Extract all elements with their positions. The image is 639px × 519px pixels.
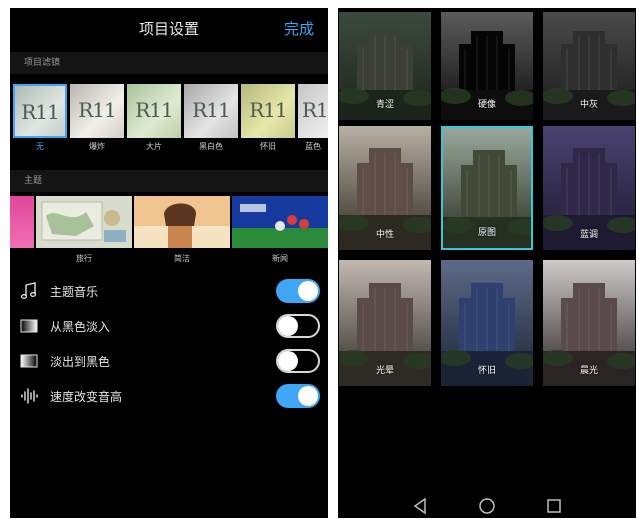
project-settings-screen: 项目设置 完成 项目滤镜 R11 无 R11 爆炸 R11 大片 R11 黑白色… (10, 8, 328, 518)
filter-tile[interactable]: 晨光 (543, 260, 635, 386)
header: 项目设置 完成 (10, 8, 328, 48)
tile-label: 中灰 (579, 100, 598, 110)
theme-item-partial[interactable] (10, 196, 34, 248)
news-image (232, 196, 328, 248)
theme-label: 旅行 (76, 254, 92, 263)
fade-in-toggle[interactable] (276, 314, 320, 338)
theme-item-news[interactable] (232, 196, 328, 248)
back-icon[interactable] (410, 496, 430, 516)
speed-pitch-toggle[interactable] (276, 384, 320, 408)
waveform-icon (21, 388, 38, 404)
fade-out-toggle[interactable] (276, 349, 320, 373)
page-title: 项目设置 (138, 20, 199, 38)
filter-tile[interactable]: 硬像 (441, 12, 533, 120)
theme-music-row[interactable]: 主题音乐 (10, 276, 328, 306)
tile-label: 中性 (375, 230, 394, 240)
recents-icon[interactable] (544, 496, 564, 516)
filter-label: 爆炸 (89, 142, 105, 151)
filter-thumbnail: R1 (298, 84, 328, 138)
row-label: 从黑色淡入 (50, 320, 111, 334)
toggle-knob (298, 386, 318, 406)
fade-out-icon (20, 354, 38, 368)
tile-label: 晨光 (579, 366, 598, 376)
tile-label: 青涩 (375, 100, 394, 110)
thumb-text: R11 (249, 98, 288, 122)
filter-item-nostalgia[interactable]: R11 怀旧 (241, 84, 295, 154)
row-label: 淡出到黑色 (50, 355, 111, 369)
filter-item-blue[interactable]: R1 蓝色 (298, 84, 328, 154)
tile-label: 蓝调 (579, 230, 598, 240)
filter-label: 无 (36, 142, 44, 151)
filter-grid-screen: 青涩 硬像 中灰中性 原图 蓝调光晕 怀旧 晨光 (338, 8, 636, 518)
filter-label: 蓝色 (305, 142, 321, 151)
done-button[interactable]: 完成 (284, 18, 314, 39)
thumb-text: R1 (302, 98, 328, 122)
filter-tile[interactable]: 中灰 (543, 12, 635, 120)
speed-pitch-row[interactable]: 速度改变音高 (10, 381, 328, 411)
filter-tile[interactable]: 中性 (339, 126, 431, 250)
toggle-knob (298, 281, 318, 301)
navigation-bar (338, 494, 636, 518)
filter-thumbnail: R11 (13, 84, 67, 138)
tile-label: 原图 (477, 228, 496, 238)
filter-thumbnail: R11 (241, 84, 295, 138)
theme-strip: 旅行 简洁 新闻 (10, 196, 328, 264)
music-note-icon (20, 282, 37, 299)
theme-label: 新闻 (272, 254, 288, 263)
tile-label: 怀旧 (477, 366, 496, 376)
filter-thumbnail: R11 (184, 84, 238, 138)
fade-out-row[interactable]: 淡出到黑色 (10, 346, 328, 376)
filter-tile[interactable]: 原图 (441, 126, 533, 250)
theme-section-label: 主题 (10, 170, 328, 192)
theme-item-simple[interactable] (134, 196, 230, 248)
row-label: 主题音乐 (50, 285, 99, 299)
travel-map-image (36, 196, 132, 248)
filter-strip: R11 无 R11 爆炸 R11 大片 R11 黑白色 R11 怀旧 R1 蓝色 (10, 84, 328, 154)
home-icon[interactable] (477, 496, 497, 516)
tile-label: 硬像 (477, 100, 496, 110)
filter-tile[interactable]: 蓝调 (543, 126, 635, 250)
filter-tile[interactable]: 青涩 (339, 12, 431, 120)
filter-label: 怀旧 (260, 142, 276, 151)
filter-item-none[interactable]: R11 无 (13, 84, 67, 154)
filter-tile[interactable]: 怀旧 (441, 260, 533, 386)
thumb-text: R11 (192, 98, 231, 122)
fade-in-icon (20, 319, 38, 333)
filter-item-black-white[interactable]: R11 黑白色 (184, 84, 238, 154)
toggle-knob (278, 316, 298, 336)
filter-thumbnail: R11 (70, 84, 124, 138)
girl-portrait-image (134, 196, 230, 248)
filter-item-blockbuster[interactable]: R11 大片 (127, 84, 181, 154)
filter-section-label: 项目滤镜 (10, 52, 328, 74)
filter-label: 大片 (146, 142, 162, 151)
row-label: 速度改变音高 (50, 390, 123, 404)
thumb-text: R11 (21, 100, 60, 124)
filter-label: 黑白色 (199, 142, 223, 151)
filter-tile[interactable]: 光晕 (339, 260, 431, 386)
toggle-knob (278, 351, 298, 371)
fade-in-row[interactable]: 从黑色淡入 (10, 311, 328, 341)
tile-label: 光晕 (375, 366, 394, 376)
thumb-text: R11 (78, 98, 117, 122)
filter-thumbnail: R11 (127, 84, 181, 138)
thumb-text: R11 (135, 98, 174, 122)
theme-music-toggle[interactable] (276, 279, 320, 303)
filter-item-burst[interactable]: R11 爆炸 (70, 84, 124, 154)
theme-label: 简洁 (174, 254, 190, 263)
theme-item-travel[interactable] (36, 196, 132, 248)
